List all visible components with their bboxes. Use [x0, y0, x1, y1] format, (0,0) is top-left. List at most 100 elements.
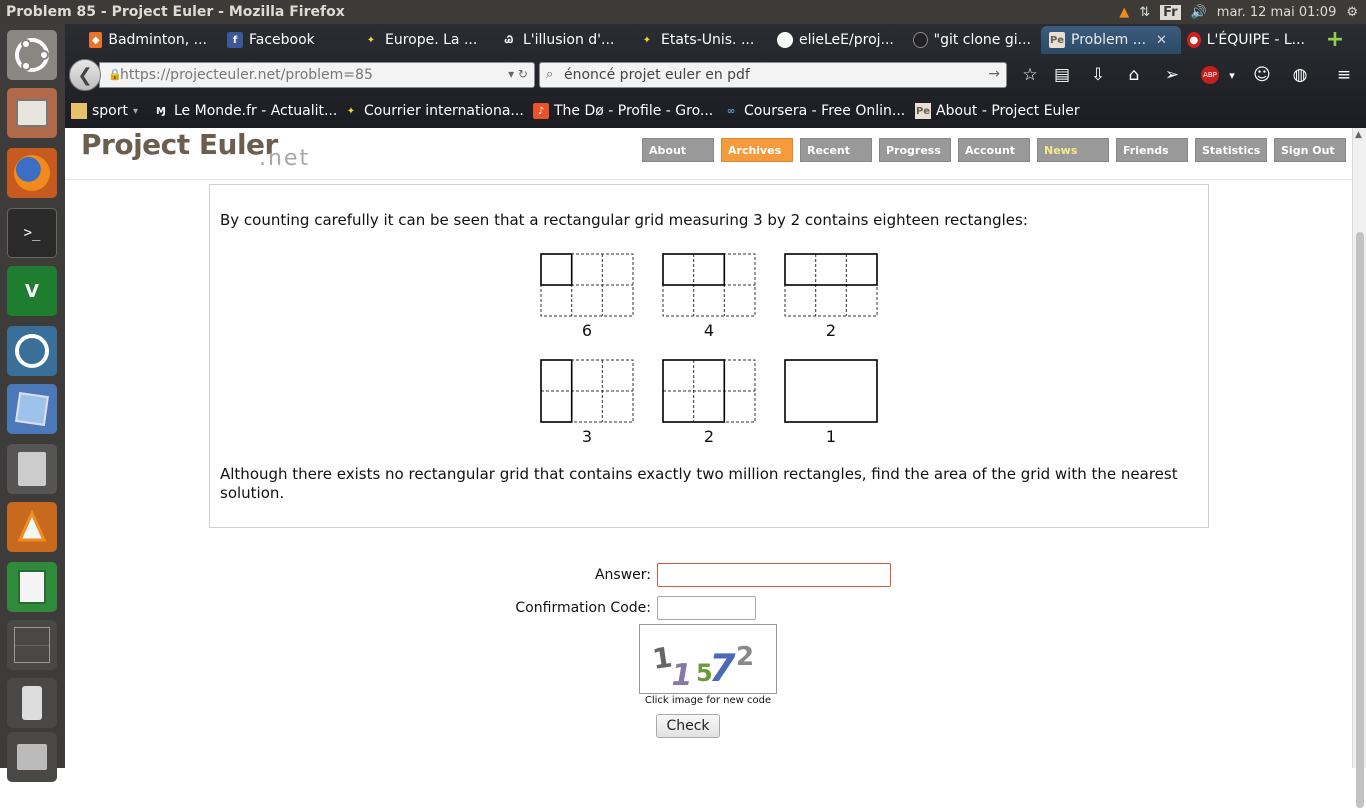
rect-figure-3x1: 2 [784, 253, 878, 340]
globe-icon[interactable]: ◍ [1287, 62, 1313, 88]
github-favicon-icon [913, 32, 928, 48]
captcha-hint: Click image for new code [644, 695, 772, 706]
network-icon[interactable]: ⇅ [1139, 5, 1150, 20]
rectangle-count: 3 [581, 427, 593, 446]
network-app-icon[interactable] [7, 326, 57, 376]
answer-label: Answer: [594, 567, 651, 583]
bookmark-sport-folder[interactable]: sport ▾ [71, 100, 138, 122]
chat-icon[interactable]: ☺ [1249, 62, 1275, 88]
new-tab-plus-icon[interactable]: + [1323, 29, 1347, 52]
page-scrollbar[interactable]: ▲ [1352, 128, 1366, 808]
file-manager-icon[interactable] [7, 88, 57, 138]
tab-badminton[interactable]: ◆ Badminton, ... [81, 26, 215, 54]
usb-drive-icon[interactable] [7, 678, 57, 728]
courrier-favicon-icon: ✦ [346, 105, 356, 117]
rectangle-count: 6 [581, 321, 593, 340]
dropdown-arrow-icon[interactable]: ▾ [1219, 62, 1245, 88]
grid-diagram [662, 253, 756, 317]
scroll-up-arrow-icon[interactable]: ▲ [1355, 130, 1362, 140]
grid-diagram [784, 253, 878, 317]
check-button[interactable]: Check [656, 714, 720, 738]
trash-icon[interactable] [7, 732, 57, 782]
nav-about[interactable]: About [642, 138, 714, 162]
home-icon[interactable]: ⌂ [1121, 62, 1147, 88]
grooveshark-favicon-icon: ♪ [533, 103, 549, 119]
tab-illusion[interactable]: Ꮚ L'illusion d'... [493, 26, 627, 54]
vlc-icon[interactable] [7, 502, 57, 552]
grid-diagram [662, 359, 756, 423]
keyboard-layout-indicator[interactable]: Fr [1160, 4, 1181, 20]
reading-list-icon[interactable]: ▤ [1049, 62, 1075, 88]
rect-figure-2x1: 4 [662, 253, 756, 340]
nav-news[interactable]: News [1037, 138, 1109, 162]
grid-diagram [540, 253, 634, 317]
clock[interactable]: mar. 12 mai 01:09 [1217, 5, 1337, 20]
tab-facebook[interactable]: f Facebook [219, 26, 353, 54]
captcha-digit: 2 [736, 642, 754, 672]
nav-sign-out[interactable]: Sign Out [1274, 138, 1346, 162]
nav-friends[interactable]: Friends [1116, 138, 1188, 162]
workspace-switcher-icon[interactable] [7, 620, 57, 670]
nav-archives[interactable]: Archives [721, 138, 793, 162]
virtualbox-icon[interactable] [7, 384, 57, 434]
url-dropdown-reload-icon[interactable]: ▾ ↻ [508, 67, 528, 81]
search-bar[interactable]: ⌕ énoncé projet euler en pdf → [539, 62, 1007, 88]
problem-intro: By counting carefully it can be seen tha… [220, 211, 1028, 229]
volume-icon[interactable]: 🔊 [1191, 5, 1207, 20]
captcha-image[interactable]: 1 1 5 7 2 [639, 624, 777, 694]
bookmark-about-project-euler[interactable]: Pe About - Project Euler [915, 100, 1080, 122]
bookmark-le-monde[interactable]: Ɱ Le Monde.fr - Actualit... [153, 100, 337, 122]
answer-input[interactable] [657, 563, 891, 587]
url-bar[interactable]: 🔒 https://projecteuler.net/problem=85 ▾ … [99, 62, 535, 88]
nav-recent[interactable]: Recent [800, 138, 872, 162]
spreadsheet-icon[interactable] [7, 562, 57, 612]
unity-launcher: >_ V [0, 24, 65, 782]
menu-icon[interactable]: ≡ [1331, 62, 1357, 88]
tab-problem-85[interactable]: Pe Problem ... ✕ [1041, 26, 1181, 54]
courrier-favicon-icon: ✦ [642, 34, 652, 46]
rectangle-count: 1 [825, 427, 837, 446]
bookmark-coursera[interactable]: ∞ Coursera - Free Onlin... [723, 100, 905, 122]
vim-icon[interactable]: V [7, 266, 57, 316]
coursera-favicon-icon: ∞ [726, 105, 736, 117]
rectangle-count: 4 [703, 321, 715, 340]
problem-question: Although there exists no rectangular gri… [220, 465, 1178, 502]
nav-progress[interactable]: Progress [879, 138, 951, 162]
close-icon[interactable]: ✕ [1156, 33, 1167, 48]
rect-figure-2x2: 2 [662, 359, 756, 446]
bookmark-courrier[interactable]: ✦ Courrier internationa... [343, 100, 524, 122]
scrollbar-thumb[interactable] [1356, 232, 1364, 808]
url-text: https://projecteuler.net/problem=85 [120, 67, 373, 83]
facebook-favicon-icon: f [227, 32, 243, 48]
tab-lequipe[interactable]: ● L'ÉQUIPE - L... [1179, 26, 1313, 54]
tab-strip: ◆ Badminton, ... f Facebook ✦ Europe. La… [65, 26, 1366, 56]
tab-github-repo[interactable]: elieLeE/proj... [769, 26, 903, 54]
tab-europe[interactable]: ✦ Europe. La ... [355, 26, 489, 54]
lequipe-favicon-icon: ● [1187, 32, 1201, 48]
nav-account[interactable]: Account [958, 138, 1030, 162]
vlc-tray-icon[interactable]: ▲ [1119, 5, 1129, 20]
arrow-left-icon: ❮ [77, 64, 93, 86]
tab-etats-unis[interactable]: ✦ Etats-Unis. ... [631, 26, 765, 54]
ubuntu-logo-icon[interactable] [7, 30, 57, 80]
navigation-toolbar: 🔒 https://projecteuler.net/problem=85 ▾ … [65, 56, 1366, 92]
calculator-icon[interactable] [7, 444, 57, 494]
send-icon[interactable]: ➢ [1159, 62, 1185, 88]
bookmark-star-icon[interactable]: ☆ [1017, 62, 1043, 88]
bookmarks-toolbar: sport ▾ Ɱ Le Monde.fr - Actualit... ✦ Co… [65, 96, 1366, 126]
back-button[interactable]: ❮ [69, 59, 101, 91]
tab-git-clone[interactable]: "git clone gi... [905, 26, 1039, 54]
os-favicon-icon: Ꮚ [504, 34, 514, 46]
gear-icon[interactable]: ⚙ [1346, 5, 1358, 20]
firefox-icon[interactable] [7, 148, 57, 198]
terminal-icon[interactable]: >_ [7, 208, 57, 258]
project-euler-logo[interactable]: Project Euler .net [81, 128, 308, 171]
captcha-digit: 1 [650, 641, 674, 676]
bookmark-the-do[interactable]: ♪ The Dø - Profile - Gro... [533, 100, 713, 122]
download-icon[interactable]: ⇩ [1085, 62, 1111, 88]
nav-statistics[interactable]: Statistics [1195, 138, 1267, 162]
page-content: Project Euler .net About Archives Recent… [65, 128, 1352, 768]
search-go-arrow-icon[interactable]: → [988, 66, 1000, 82]
confirmation-code-input[interactable] [657, 596, 756, 620]
badminton-favicon-icon: ◆ [89, 32, 103, 48]
